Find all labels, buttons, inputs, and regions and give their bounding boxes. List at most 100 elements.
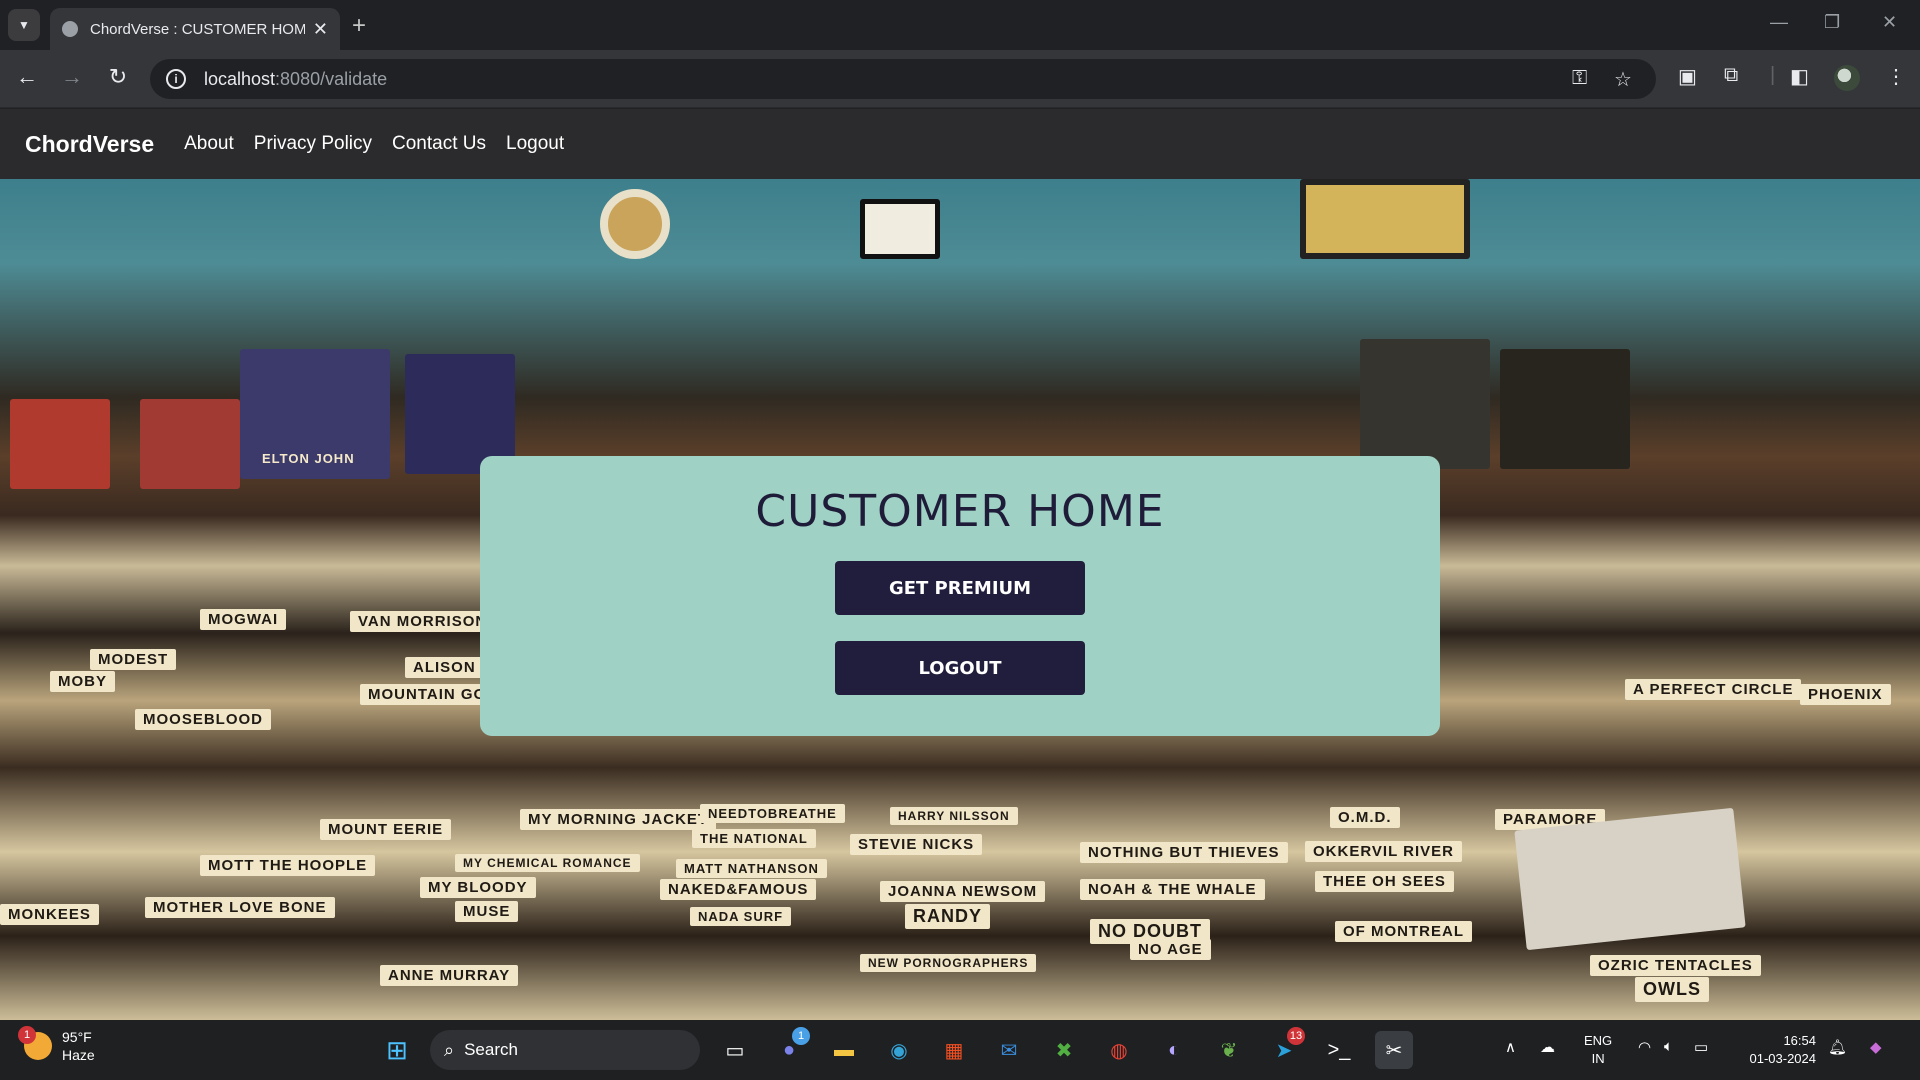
album-cover bbox=[10, 399, 110, 489]
browser-tab-active[interactable]: ChordVerse : CUSTOMER HOME ✕ bbox=[50, 8, 340, 50]
nav-privacy-policy[interactable]: Privacy Policy bbox=[254, 133, 372, 155]
divider-card: NAKED&FAMOUS bbox=[660, 879, 817, 900]
tray-overflow-icon[interactable]: ∧ bbox=[1505, 1038, 1516, 1056]
framed-photo bbox=[860, 199, 940, 259]
address-bar[interactable]: i localhost:8080/validate ⚿ ☆ bbox=[150, 59, 1656, 99]
cd-stack bbox=[1514, 807, 1746, 951]
globe-icon bbox=[62, 21, 78, 37]
taskbar: 1 95°F Haze ⊞ ⌕ Search ▭ ● 1 ▬ ◉ ▦ ✉ ✖ ◍… bbox=[0, 1020, 1920, 1080]
nav-contact-us[interactable]: Contact Us bbox=[392, 133, 486, 155]
forward-icon[interactable]: → bbox=[57, 64, 87, 90]
store-icon[interactable]: ▦ bbox=[935, 1031, 973, 1069]
tab-search-button[interactable]: ▼ bbox=[8, 9, 40, 41]
taskbar-search[interactable]: ⌕ Search bbox=[430, 1030, 700, 1070]
search-icon: ⌕ bbox=[444, 1039, 455, 1060]
onedrive-icon[interactable]: ☁ bbox=[1540, 1038, 1555, 1056]
divider-card: MOOSEBLOOD bbox=[135, 709, 272, 730]
mail-icon[interactable]: ✉ bbox=[990, 1031, 1028, 1069]
weather-desc: Haze bbox=[62, 1047, 95, 1063]
menu-dots-icon[interactable]: ⋮ bbox=[1886, 64, 1906, 89]
language-indicator[interactable]: ENG IN bbox=[1584, 1032, 1612, 1068]
divider-card: THEE OH SEES bbox=[1315, 871, 1454, 892]
profile-avatar[interactable] bbox=[1834, 65, 1860, 91]
snipping-tool-icon[interactable]: ✂ bbox=[1375, 1031, 1413, 1069]
url-host: localhost bbox=[204, 68, 276, 89]
divider-card: MODEST bbox=[90, 649, 177, 670]
logout-button[interactable]: LOGOUT bbox=[835, 641, 1085, 695]
divider-card: THE NATIONAL bbox=[692, 829, 816, 848]
weather-badge: 1 bbox=[18, 1026, 36, 1044]
windows-start-icon[interactable]: ⊞ bbox=[378, 1031, 416, 1069]
copilot-icon[interactable]: ◆ bbox=[1870, 1038, 1882, 1056]
album-cover bbox=[1500, 349, 1630, 469]
divider-card: NO AGE bbox=[1130, 939, 1211, 960]
divider-card: NOTHING BUT THIEVES bbox=[1080, 842, 1288, 863]
divider-card: RANDY bbox=[905, 904, 991, 929]
divider-card: MOTT THE HOOPLE bbox=[200, 855, 376, 876]
divider-card: OF MONTREAL bbox=[1335, 921, 1472, 942]
password-key-icon[interactable]: ⚿ bbox=[1572, 67, 1587, 90]
nav-about[interactable]: About bbox=[184, 133, 234, 155]
divider-card: OZRIC TENTACLES bbox=[1590, 955, 1761, 976]
divider-card: A PERFECT CIRCLE bbox=[1625, 679, 1802, 700]
restore-icon[interactable]: ❐ bbox=[1824, 12, 1840, 33]
chevron-down-icon: ▼ bbox=[18, 18, 30, 32]
search-label: Search bbox=[464, 1040, 518, 1059]
back-icon[interactable]: ← bbox=[12, 64, 42, 90]
task-view-icon[interactable]: ▭ bbox=[716, 1031, 754, 1069]
divider-card: NADA SURF bbox=[690, 907, 792, 926]
notification-bell-icon[interactable]: 🔔︎ bbox=[1828, 1038, 1847, 1056]
site-brand[interactable]: ChordVerse bbox=[25, 131, 154, 158]
browser-tabstrip: ▼ ChordVerse : CUSTOMER HOME ✕ + — ❐ ✕ bbox=[0, 0, 1920, 50]
divider-card: MY CHEMICAL ROMANCE bbox=[455, 854, 640, 872]
tab-title: ChordVerse : CUSTOMER HOME bbox=[90, 20, 305, 38]
close-window-icon[interactable]: ✕ bbox=[1882, 12, 1897, 33]
customer-home-card: CUSTOMER HOME GET PREMIUM LOGOUT bbox=[480, 456, 1440, 736]
gold-record-icon bbox=[600, 189, 670, 259]
weather-temp: 95°F bbox=[62, 1029, 92, 1045]
telegram-badge: 13 bbox=[1287, 1027, 1305, 1045]
divider-card: MOGWAI bbox=[200, 609, 287, 630]
edge-icon[interactable]: ◉ bbox=[880, 1031, 918, 1069]
weather-sun-icon: 1 bbox=[18, 1026, 52, 1060]
chrome-icon[interactable]: ◍ bbox=[1100, 1031, 1138, 1069]
system-clock[interactable]: 16:54 01-03-2024 bbox=[1738, 1032, 1817, 1068]
puzzle-icon[interactable]: ⧉ bbox=[1724, 64, 1738, 87]
battery-icon[interactable]: ▭ bbox=[1694, 1038, 1708, 1056]
weather-widget[interactable]: 1 95°F Haze bbox=[18, 1026, 95, 1064]
bookmark-star-icon[interactable]: ☆ bbox=[1614, 67, 1632, 92]
divider-card: JOANNA NEWSOM bbox=[880, 881, 1046, 902]
divider-card: OWLS bbox=[1635, 977, 1709, 1002]
divider-card: MOUNT EERIE bbox=[320, 819, 452, 840]
divider-card: ANNE MURRAY bbox=[380, 965, 519, 986]
divider-card: MOBY bbox=[50, 671, 115, 692]
toolbar-divider: | bbox=[1770, 64, 1776, 86]
xbox-icon[interactable]: ✖ bbox=[1045, 1031, 1083, 1069]
reload-icon[interactable]: ↻ bbox=[103, 64, 133, 90]
teams-chat-icon[interactable]: ● 1 bbox=[770, 1027, 810, 1069]
divider-card: HARRY NILSSON bbox=[890, 807, 1018, 825]
file-explorer-icon[interactable]: ▬ bbox=[825, 1031, 863, 1069]
divider-card: NOAH & THE WHALE bbox=[1080, 879, 1265, 900]
get-premium-button[interactable]: GET PREMIUM bbox=[835, 561, 1085, 615]
nav-logout[interactable]: Logout bbox=[506, 133, 564, 155]
terminal-icon[interactable]: >_ bbox=[1320, 1031, 1358, 1069]
divider-card: OKKERVIL RIVER bbox=[1305, 841, 1462, 862]
divider-card: NEW PORNOGRAPHERS bbox=[860, 954, 1037, 972]
extension-icon[interactable]: ▣ bbox=[1678, 64, 1697, 89]
clock-time: 16:54 bbox=[1783, 1033, 1816, 1048]
close-tab-icon[interactable]: ✕ bbox=[313, 19, 328, 40]
divider-card: PHOENIX bbox=[1800, 684, 1891, 705]
divider-card: VAN MORRISON bbox=[350, 611, 496, 632]
minimize-icon[interactable]: — bbox=[1770, 12, 1788, 33]
eclipse-icon[interactable]: ◐ bbox=[1155, 1031, 1193, 1069]
spring-tool-icon[interactable]: ❦ bbox=[1210, 1031, 1248, 1069]
volume-icon[interactable]: 🔈︎ bbox=[1664, 1038, 1673, 1055]
new-tab-icon[interactable]: + bbox=[352, 12, 366, 40]
divider-card: MY BLOODY bbox=[420, 877, 536, 898]
side-panel-icon[interactable]: ◧ bbox=[1790, 64, 1809, 89]
wifi-icon[interactable]: ◠ bbox=[1638, 1038, 1651, 1056]
site-info-icon[interactable]: i bbox=[166, 69, 186, 89]
telegram-icon[interactable]: ➤ 13 bbox=[1265, 1027, 1305, 1069]
chat-badge: 1 bbox=[792, 1027, 810, 1045]
